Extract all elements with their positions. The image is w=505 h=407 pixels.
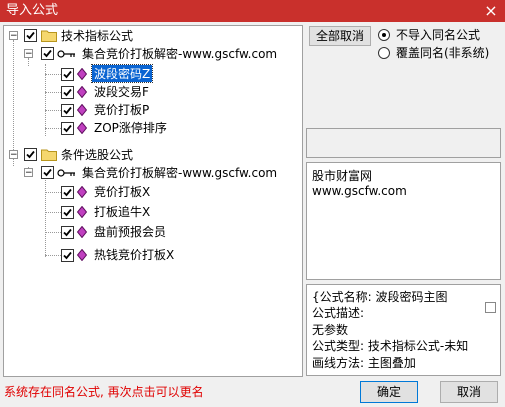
source-info-panel: 股市财富网 www.gscfw.com: [306, 162, 501, 280]
info-line-site-name: 股市财富网: [312, 169, 373, 183]
package-checkbox[interactable]: [41, 47, 54, 60]
tree-item-label[interactable]: 盘前预报会员: [94, 223, 166, 240]
tree-package-label[interactable]: 集合竞价打板解密-www.gscfw.com: [82, 164, 277, 181]
item-checkbox[interactable]: [61, 86, 74, 99]
cancel-button[interactable]: 取消: [440, 381, 498, 403]
empty-status-panel: [306, 128, 501, 158]
group-checkbox-technical[interactable]: [24, 29, 37, 42]
radio-no-import-label[interactable]: 不导入同名公式: [396, 26, 480, 43]
radio-overwrite[interactable]: [378, 47, 390, 59]
formula-gem-icon: [77, 68, 87, 80]
expand-toggle-icon[interactable]: −: [9, 31, 18, 41]
item-checkbox[interactable]: [61, 226, 74, 239]
group-checkbox-stock-screen[interactable]: [24, 148, 37, 161]
formula-gem-icon: [77, 186, 87, 198]
radio-no-import[interactable]: [378, 29, 390, 41]
item-checkbox[interactable]: [61, 122, 74, 135]
close-icon[interactable]: ×: [483, 0, 499, 22]
item-checkbox[interactable]: [61, 249, 74, 262]
tree-item-label[interactable]: 竞价打板X: [94, 183, 150, 200]
item-checkbox[interactable]: [61, 206, 74, 219]
detail-params: 无参数: [312, 323, 349, 337]
window-title: 导入公式: [6, 3, 59, 18]
expand-toggle-icon[interactable]: −: [24, 168, 33, 178]
tree-item-label[interactable]: 热钱竞价打板X: [94, 246, 174, 263]
tree-item-label[interactable]: ZOP涨停排序: [94, 119, 167, 136]
detail-formula-type: 公式类型: 技术指标公式-未知: [312, 339, 469, 353]
expand-toggle-icon[interactable]: −: [24, 49, 33, 59]
tree-item-label-selected[interactable]: 波段密码Z: [90, 64, 154, 83]
item-checkbox[interactable]: [61, 68, 74, 81]
formula-gem-icon: [77, 104, 87, 116]
import-formula-dialog: 导入公式 × − 技术指标公式 − 集合竞价打板解密-www.gscfw.com…: [0, 0, 505, 407]
tree-item-label[interactable]: 波段交易F: [94, 83, 149, 100]
radio-overwrite-label[interactable]: 覆盖同名(非系统): [396, 44, 489, 61]
tree-group-label[interactable]: 技术指标公式: [61, 27, 133, 44]
package-checkbox[interactable]: [41, 166, 54, 179]
formula-gem-icon: [77, 206, 87, 218]
tree-package-label[interactable]: 集合竞价打板解密-www.gscfw.com: [82, 45, 277, 62]
key-icon: [57, 50, 75, 58]
detail-scroll-checkbox[interactable]: [485, 302, 496, 313]
key-icon: [57, 169, 75, 177]
detail-draw-method: 画线方法: 主图叠加: [312, 356, 416, 370]
item-checkbox[interactable]: [61, 104, 74, 117]
formula-detail-panel: {公式名称: 波段密码主图 公式描述: 无参数 公式类型: 技术指标公式-未知 …: [306, 284, 501, 376]
info-line-site-url: www.gscfw.com: [312, 184, 407, 198]
item-checkbox[interactable]: [61, 186, 74, 199]
formula-tree[interactable]: − 技术指标公式 − 集合竞价打板解密-www.gscfw.com 波段密码Z: [3, 25, 303, 377]
formula-gem-icon: [77, 226, 87, 238]
status-message: 系统存在同名公式, 再次点击可以更名: [4, 385, 204, 399]
title-bar: 导入公式 ×: [0, 0, 505, 22]
cancel-all-button[interactable]: 全部取消: [309, 26, 371, 46]
detail-formula-desc: 公式描述:: [312, 306, 365, 320]
ok-button[interactable]: 确定: [360, 381, 418, 403]
tree-item-label[interactable]: 竞价打板P: [94, 101, 149, 118]
folder-icon: [41, 30, 57, 42]
folder-icon: [41, 149, 57, 161]
formula-gem-icon: [77, 122, 87, 134]
formula-gem-icon: [77, 86, 87, 98]
tree-item-label[interactable]: 打板追牛X: [94, 203, 150, 220]
tree-group-label[interactable]: 条件选股公式: [61, 146, 133, 163]
expand-toggle-icon[interactable]: −: [9, 150, 18, 160]
formula-gem-icon: [77, 249, 87, 261]
detail-formula-name: {公式名称: 波段密码主图: [312, 290, 448, 304]
